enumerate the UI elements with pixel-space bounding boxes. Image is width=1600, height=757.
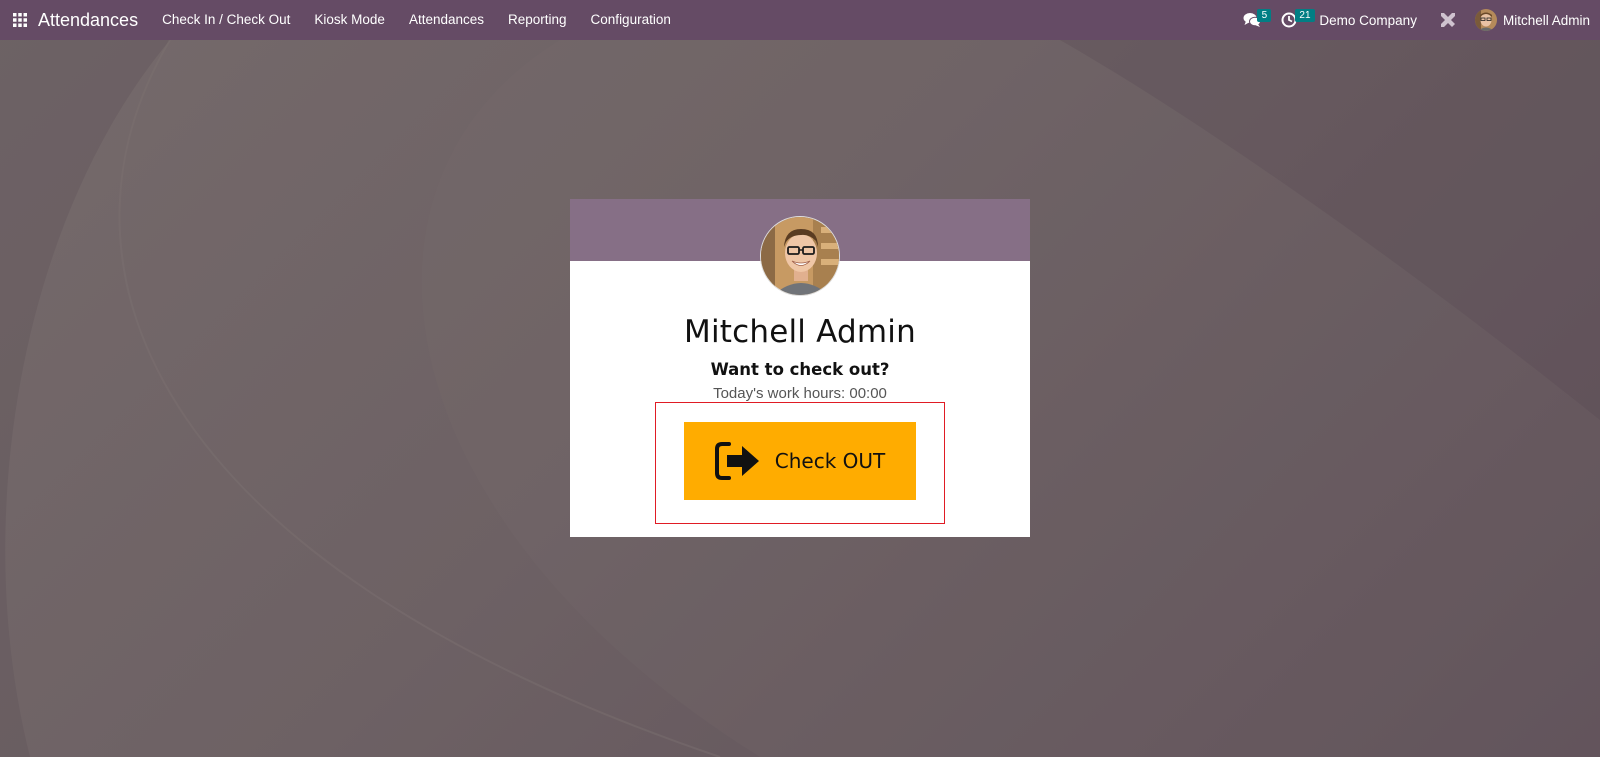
activities-button[interactable]: 21 bbox=[1271, 0, 1315, 40]
employee-photo bbox=[761, 217, 839, 295]
employee-name: Mitchell Admin bbox=[684, 314, 916, 350]
systray: 5 21 Demo Company Mitchell Admin bbox=[1233, 0, 1600, 40]
debug-tools-icon bbox=[1440, 13, 1455, 27]
user-avatar bbox=[1474, 9, 1497, 31]
company-switcher[interactable]: Demo Company bbox=[1307, 13, 1429, 28]
employee-avatar bbox=[760, 216, 840, 296]
user-menu[interactable]: Mitchell Admin bbox=[1467, 9, 1590, 31]
main-menu: Check In / Check Out Kiosk Mode Attendan… bbox=[150, 0, 683, 40]
check-out-button[interactable]: Check OUT bbox=[684, 422, 916, 500]
check-out-question: Want to check out? bbox=[710, 360, 890, 379]
messages-button[interactable]: 5 bbox=[1233, 0, 1272, 40]
user-name: Mitchell Admin bbox=[1502, 12, 1590, 28]
attendance-card: Mitchell Admin Want to check out? Today'… bbox=[570, 199, 1030, 537]
app-title[interactable]: Attendances bbox=[38, 10, 138, 31]
menu-item-attendances[interactable]: Attendances bbox=[397, 0, 496, 40]
top-navbar: Attendances Check In / Check Out Kiosk M… bbox=[0, 0, 1600, 40]
menu-item-kiosk-mode[interactable]: Kiosk Mode bbox=[302, 0, 397, 40]
sign-out-icon bbox=[714, 442, 759, 480]
menu-item-check-in-check-out[interactable]: Check In / Check Out bbox=[150, 0, 302, 40]
work-hours-text: Today's work hours: 00:00 bbox=[713, 385, 887, 402]
messages-count-badge: 5 bbox=[1257, 9, 1272, 22]
debug-tools-button[interactable] bbox=[1429, 0, 1467, 40]
menu-item-reporting[interactable]: Reporting bbox=[496, 0, 579, 40]
apps-grid-icon[interactable] bbox=[0, 0, 40, 40]
menu-item-configuration[interactable]: Configuration bbox=[579, 0, 683, 40]
check-out-label: Check OUT bbox=[774, 449, 886, 473]
activities-count-badge: 21 bbox=[1295, 9, 1315, 22]
